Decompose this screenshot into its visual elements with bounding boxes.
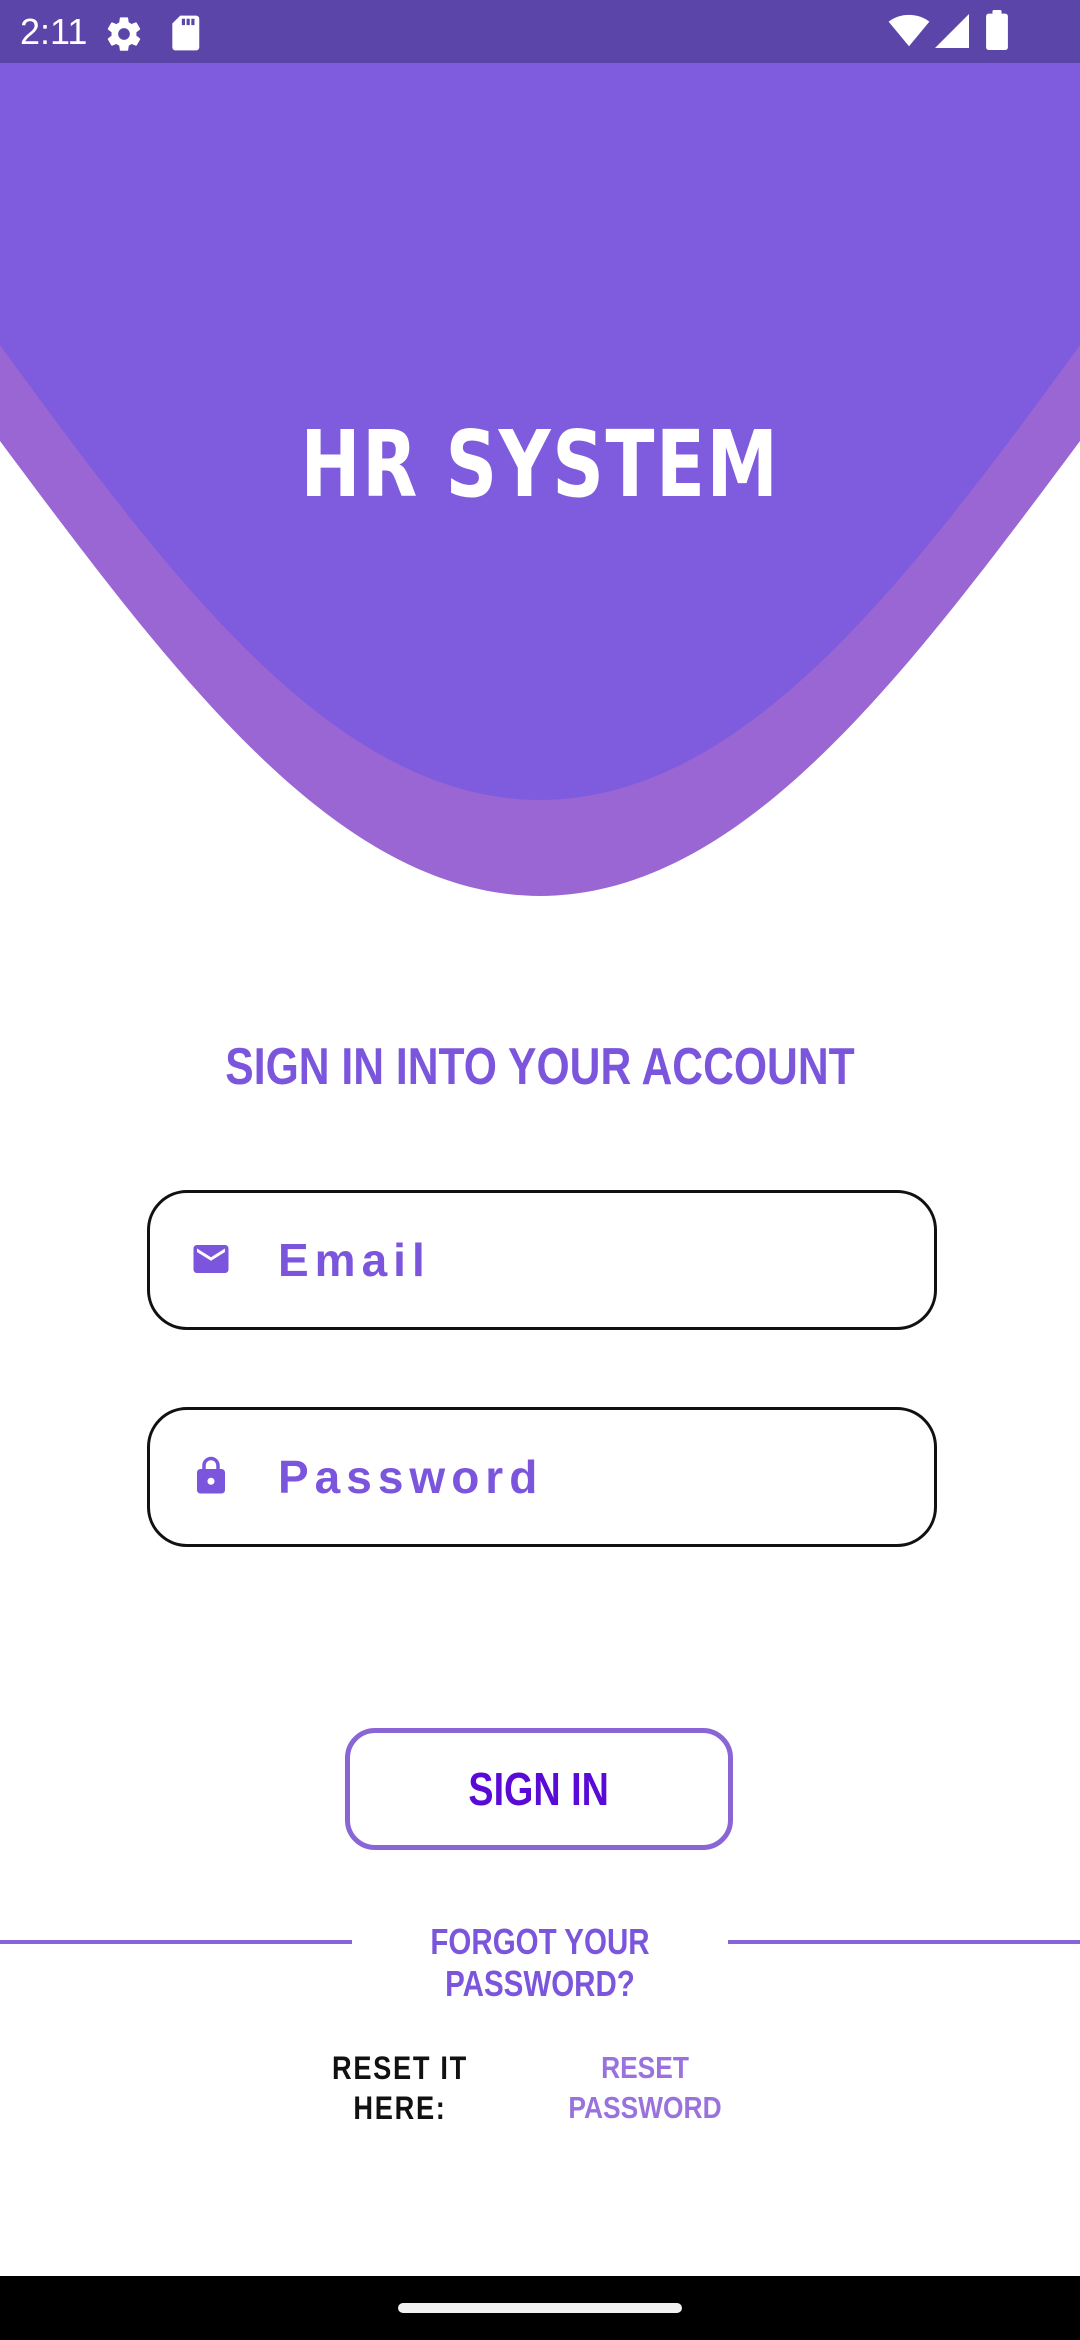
divider-left xyxy=(0,1940,352,1944)
signin-button[interactable]: SIGN IN xyxy=(345,1728,733,1850)
sd-card-icon xyxy=(172,15,200,51)
reset-password-link[interactable]: RESET PASSWORD xyxy=(539,2048,752,2128)
signin-button-label: SIGN IN xyxy=(468,1763,610,1815)
password-input[interactable] xyxy=(278,1410,898,1544)
envelope-icon xyxy=(193,1245,229,1273)
navigation-bar xyxy=(0,2276,1080,2340)
battery-icon xyxy=(986,10,1008,50)
email-field[interactable] xyxy=(147,1190,937,1330)
lock-icon xyxy=(197,1456,225,1494)
reset-label: RESET IT HERE: xyxy=(331,2050,468,2126)
status-bar: 2:11 xyxy=(0,0,1080,63)
app-title: HR SYSTEM xyxy=(300,411,780,518)
forgot-password-text: FORGOT YOUR PASSWORD? xyxy=(430,1921,650,2004)
settings-gear-icon xyxy=(107,17,141,51)
email-input[interactable] xyxy=(278,1193,898,1327)
cellular-signal-icon xyxy=(935,14,969,48)
signin-heading: SIGN IN INTO YOUR ACCOUNT xyxy=(225,1038,855,1096)
password-field[interactable] xyxy=(147,1407,937,1547)
status-time: 2:11 xyxy=(20,11,88,52)
divider-right xyxy=(728,1940,1080,1944)
wifi-icon xyxy=(888,14,930,47)
home-gesture-handle[interactable] xyxy=(398,2303,682,2313)
